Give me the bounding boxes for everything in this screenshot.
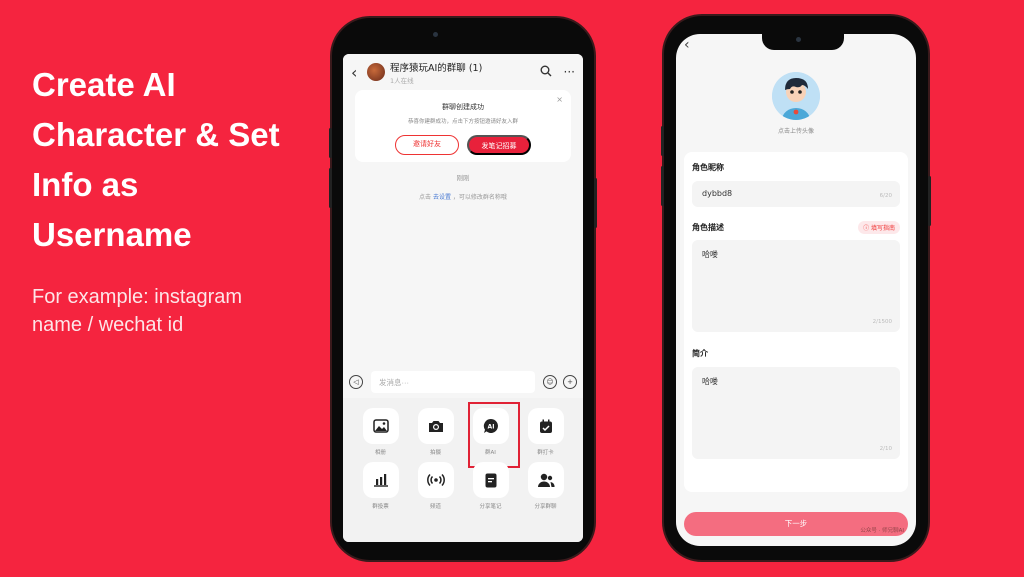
- writing-guide-button[interactable]: ⓘ 填写指南: [858, 221, 900, 234]
- avatar-illustration: [772, 72, 820, 120]
- hint-suffix: ，可以修改群名称哦: [452, 194, 507, 201]
- slide-headline: Create AI Character & Set Info as Userna…: [32, 66, 280, 253]
- side-button: [928, 176, 931, 226]
- more-horizontal-icon[interactable]: ···: [564, 65, 575, 79]
- intro-textarea[interactable]: 哈喽 2/10: [692, 367, 900, 459]
- group-avatar[interactable]: [367, 63, 385, 81]
- side-button: [594, 178, 597, 228]
- bar-chart-icon: [362, 462, 399, 498]
- phone-left: ‹ 程序猿玩AI的群聊 (1) 1人在线 ··· × 群聊创建成功 恭喜你建群成…: [329, 18, 597, 560]
- group-name: 程序猿玩AI的群聊 (1): [390, 62, 483, 74]
- intro-label: 简介: [692, 348, 900, 359]
- tool-label: 频道: [429, 504, 441, 510]
- tool-album[interactable]: 相册: [353, 408, 408, 456]
- front-camera: [796, 37, 801, 42]
- invite-friends-button[interactable]: 邀请好友: [395, 135, 459, 155]
- watermark: 公众号 · 师兄聊AI: [860, 528, 904, 534]
- side-button: [661, 166, 664, 206]
- message-input-bar: ◁ ☺ +: [343, 366, 583, 398]
- nickname-value: dybbd8: [702, 189, 733, 198]
- chat-title-block[interactable]: 程序猿玩AI的群聊 (1) 1人在线: [390, 60, 528, 85]
- phone-right: ‹ 点击上传头像 角色昵称 dybbd8 6/20 角色描述 ⓘ 填写指南 哈喽…: [661, 16, 931, 560]
- tool-label: 群AI: [485, 450, 496, 456]
- chevron-left-icon[interactable]: ‹: [684, 37, 690, 53]
- group-share-icon: [527, 462, 564, 498]
- tool-channel[interactable]: 频道: [408, 462, 463, 510]
- message-input[interactable]: [371, 371, 535, 393]
- character-form: 角色昵称 dybbd8 6/20 角色描述 ⓘ 填写指南 哈喽 2/1500 简…: [684, 152, 908, 492]
- description-label: 角色描述 ⓘ 填写指南: [692, 221, 900, 234]
- search-icon[interactable]: [540, 65, 552, 80]
- character-avatar-upload[interactable]: [772, 72, 820, 120]
- guide-text: 填写指南: [870, 225, 895, 232]
- intro-value: 哈喽: [702, 377, 718, 386]
- tool-label: 群打卡: [537, 450, 554, 456]
- card-title: 群聊创建成功: [442, 103, 484, 111]
- camera-icon: [417, 408, 454, 444]
- intro-count: 2/10: [879, 446, 892, 452]
- emoji-icon[interactable]: ☺: [543, 375, 557, 389]
- chevron-left-icon[interactable]: ‹: [351, 63, 365, 82]
- group-created-card: × 群聊创建成功 恭喜你建群成功，点击下方按钮邀请好友入群 邀请好友 发笔记招募: [355, 90, 571, 162]
- tool-camera[interactable]: 拍摄: [408, 408, 463, 456]
- intro-label-text: 简介: [692, 349, 708, 358]
- card-description: 恭喜你建群成功，点击下方按钮邀请好友入群: [407, 119, 518, 125]
- tool-panel: 相册 拍摄 AI 群AI 群打卡 群投票 频道 分享笔记 分享群聊: [343, 398, 583, 542]
- tool-label: 分享笔记: [479, 504, 502, 510]
- nickname-label: 角色昵称: [692, 162, 900, 173]
- system-hint: 点击 去设置 ，可以修改群名称哦: [343, 192, 583, 201]
- tool-label: 相册: [374, 450, 386, 456]
- side-button: [329, 168, 332, 208]
- calendar-check-icon: [527, 408, 564, 444]
- front-camera: [433, 32, 438, 37]
- tool-label: 拍摄: [429, 450, 441, 456]
- tool-checkin[interactable]: 群打卡: [518, 408, 573, 456]
- hint-prefix: 点击: [419, 194, 432, 201]
- image-icon: [362, 408, 399, 444]
- description-textarea[interactable]: 哈喽 2/1500: [692, 240, 900, 332]
- post-recruit-button[interactable]: 发笔记招募: [467, 135, 531, 155]
- voice-icon[interactable]: ◁: [349, 375, 363, 389]
- ai-chat-icon: AI: [472, 408, 509, 444]
- description-label-text: 角色描述: [692, 223, 724, 232]
- nickname-count: 6/20: [879, 193, 892, 199]
- tool-group-ai[interactable]: AI 群AI: [463, 402, 520, 468]
- tool-share-group[interactable]: 分享群聊: [518, 462, 573, 510]
- description-count: 2/1500: [872, 319, 892, 325]
- close-icon[interactable]: ×: [556, 95, 563, 104]
- tool-vote[interactable]: 群投票: [353, 462, 408, 510]
- slide-subline: For example: instagram name / wechat id: [32, 286, 243, 336]
- note-icon: [472, 462, 509, 498]
- tool-label: 分享群聊: [534, 504, 557, 510]
- message-time: 刚刚: [456, 174, 470, 182]
- create-character-screen: ‹ 点击上传头像 角色昵称 dybbd8 6/20 角色描述 ⓘ 填写指南 哈喽…: [676, 34, 916, 546]
- chat-header: ‹ 程序猿玩AI的群聊 (1) 1人在线 ···: [343, 54, 583, 90]
- svg-text:AI: AI: [487, 424, 494, 431]
- nickname-input[interactable]: dybbd8 6/20: [692, 181, 900, 207]
- plus-icon[interactable]: +: [563, 375, 577, 389]
- broadcast-icon: [417, 462, 454, 498]
- description-value: 哈喽: [702, 250, 718, 259]
- side-button: [329, 128, 332, 158]
- tool-share-note[interactable]: 分享笔记: [463, 462, 518, 510]
- nickname-label-text: 角色昵称: [692, 163, 724, 172]
- tool-label: 群投票: [372, 504, 389, 510]
- member-status: 1人在线: [390, 76, 414, 85]
- go-settings-link[interactable]: 去设置: [433, 194, 451, 201]
- side-button: [661, 126, 664, 156]
- chat-screen: ‹ 程序猿玩AI的群聊 (1) 1人在线 ··· × 群聊创建成功 恭喜你建群成…: [343, 54, 583, 542]
- notch: [762, 34, 844, 50]
- upload-avatar-label: 点击上传头像: [777, 128, 814, 135]
